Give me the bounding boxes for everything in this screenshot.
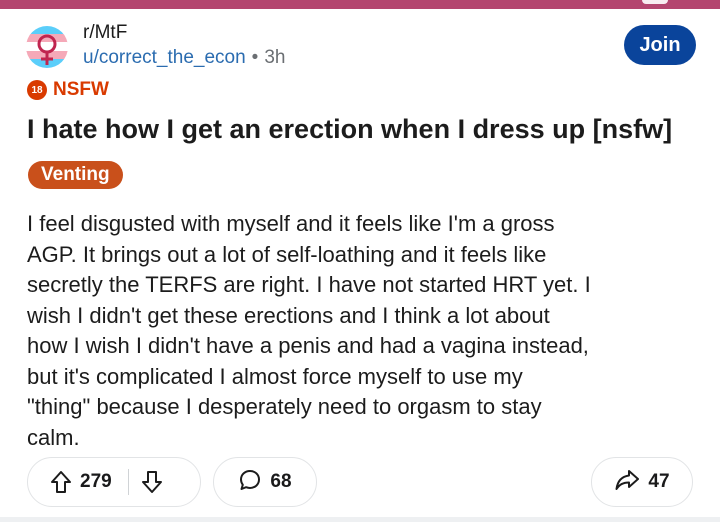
subreddit-avatar-icon[interactable]	[26, 26, 68, 68]
top-banner-notch	[642, 0, 668, 4]
post-body: I feel disgusted with myself and it feel…	[27, 209, 697, 453]
body-line: but it's complicated I almost force myse…	[27, 363, 523, 389]
vote-control: 279	[27, 457, 201, 507]
post-title[interactable]: I hate how I get an erection when I dres…	[27, 114, 707, 145]
downvote-icon[interactable]	[141, 470, 163, 494]
post-header: r/MtF u/correct_the_econ • 3h Join	[26, 22, 696, 74]
top-banner	[0, 0, 720, 9]
vote-divider	[127, 469, 129, 495]
nsfw-18-icon: 18	[27, 80, 47, 100]
body-line: I feel disgusted with myself and it feel…	[27, 211, 555, 236]
post-meta: u/correct_the_econ • 3h	[83, 47, 285, 69]
body-line: "thing" because I desperately need to or…	[27, 394, 542, 419]
upvote-count: 279	[80, 471, 112, 492]
comments-button[interactable]: 68	[213, 457, 317, 507]
subreddit-name[interactable]: r/MtF	[83, 22, 127, 44]
body-line: wish I didn't get these erections and I …	[27, 302, 550, 328]
share-count: 47	[648, 471, 670, 492]
nsfw-label: NSFW	[53, 79, 109, 100]
share-icon	[614, 468, 640, 497]
body-line: how I wish I didn't have a penis and had…	[27, 333, 589, 358]
comment-icon	[238, 468, 262, 497]
body-line: secretly the TERFS are right. I have not…	[27, 272, 591, 297]
author-link[interactable]: u/correct_the_econ	[83, 47, 246, 68]
post-actions-bar: 279 68 47	[27, 457, 693, 507]
body-line: calm.	[27, 424, 80, 450]
body-line: AGP. It brings out a lot of self-loathin…	[27, 241, 547, 267]
post-time: 3h	[264, 47, 286, 68]
join-button[interactable]: Join	[624, 25, 696, 65]
post-flair[interactable]: Venting	[28, 161, 123, 189]
share-button[interactable]: 47	[591, 457, 693, 507]
meta-separator: •	[251, 47, 259, 68]
nsfw-tag: 18 NSFW	[27, 79, 109, 101]
comment-count: 68	[270, 471, 292, 492]
bottom-divider	[0, 517, 720, 522]
upvote-icon[interactable]	[50, 470, 72, 494]
